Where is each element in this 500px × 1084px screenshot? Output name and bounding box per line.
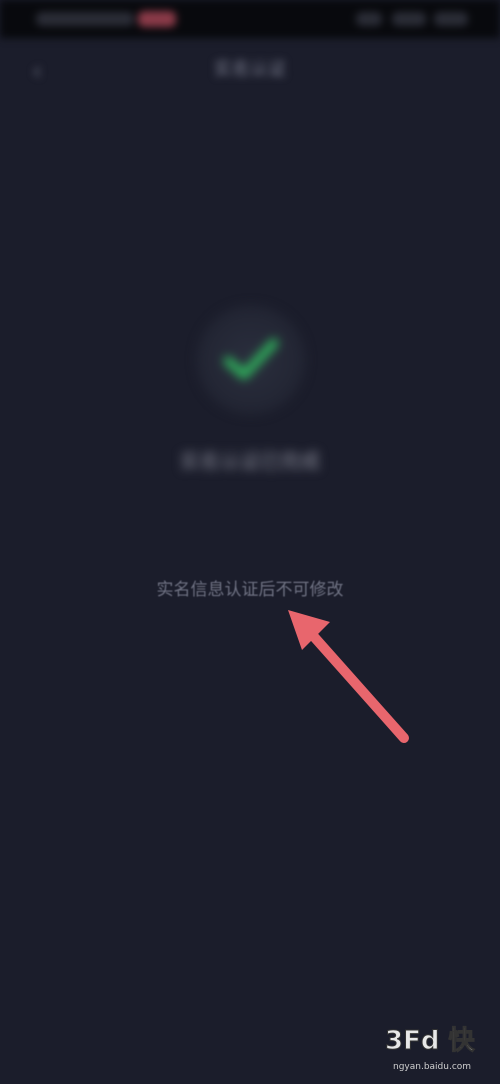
check-icon [223,338,279,380]
watermark-logo: 3Fd 快 [385,1026,476,1057]
status-subtext [124,512,374,538]
navigation-bar: ‹ 实名认证 [0,38,500,108]
page-title: 实名认证 [214,59,286,80]
status-bar [0,0,500,38]
status-title: 实名认证已完成 [180,449,320,473]
annotation-arrow-icon [288,610,409,743]
success-badge [196,305,306,415]
watermark-url: ngyan.baidu.com [393,1062,472,1072]
screen: ‹ 实名认证 实名认证已完成 实名信息认证后不可修改 3Fd 快 ngyan.b… [0,0,500,1084]
watermark: 3Fd 快 ngyan.baidu.com [385,1010,500,1084]
status-detail [188,486,318,510]
chevron-left-icon[interactable]: ‹ [24,58,50,84]
